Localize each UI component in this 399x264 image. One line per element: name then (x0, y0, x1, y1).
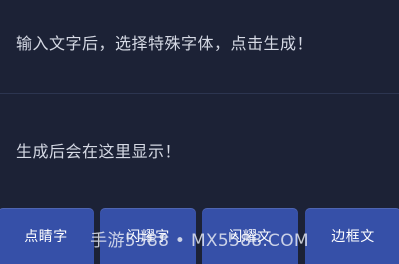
app-screen: 输入文字后，选择特殊字体，点击生成！ 生成后会在这里显示！ 点睛字 闪耀字 闪耀… (0, 0, 399, 264)
font-style-button-4[interactable]: 边框文 (305, 208, 399, 264)
result-output-area: 生成后会在这里显示！ (0, 95, 399, 203)
font-style-button-3[interactable]: 闪耀文 (202, 208, 298, 264)
output-placeholder: 生成后会在这里显示！ (16, 142, 182, 161)
text-input-area[interactable]: 输入文字后，选择特殊字体，点击生成！ (0, 0, 399, 94)
font-style-button-2[interactable]: 闪耀字 (100, 208, 196, 264)
font-style-button-1[interactable]: 点睛字 (0, 208, 94, 264)
input-placeholder: 输入文字后，选择特殊字体，点击生成！ (16, 34, 314, 53)
font-style-button-row: 点睛字 闪耀字 闪耀文 边框文 (0, 208, 399, 264)
